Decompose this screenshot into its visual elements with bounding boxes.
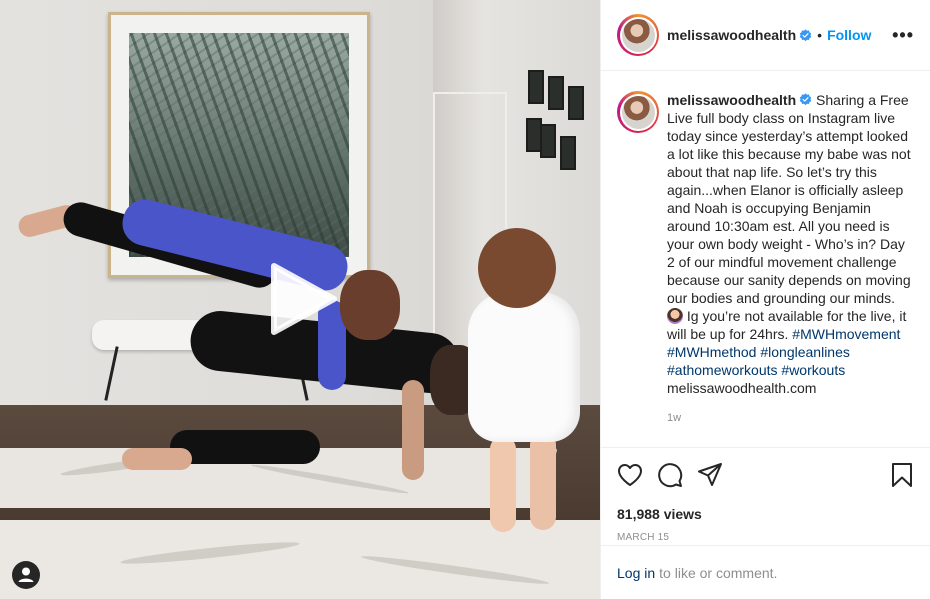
caption: melissawoodhealth Sharing a Free Live fu… xyxy=(667,91,914,447)
login-prompt-text: to like or comment. xyxy=(659,564,778,581)
caption-text: Sharing a Free Live full body class on I… xyxy=(667,92,911,306)
avatar[interactable] xyxy=(617,91,659,133)
comment-icon[interactable] xyxy=(657,462,683,488)
post-actions: 81,988 views MARCH 15 xyxy=(601,447,930,543)
timestamp[interactable]: 1w xyxy=(667,409,914,427)
hashtag-link[interactable]: #athomeworkouts xyxy=(667,362,778,378)
follow-button[interactable]: Follow xyxy=(827,27,871,43)
login-bar: Log in to like or comment. xyxy=(601,545,930,599)
verified-badge-icon xyxy=(799,28,812,41)
woman-gesturing-emoji-icon xyxy=(667,308,683,324)
caption-link: melissawoodhealth.com xyxy=(667,380,817,396)
post-header: melissawoodhealth • Follow ••• xyxy=(601,0,930,71)
verified-badge-icon xyxy=(799,93,812,106)
hashtag-link[interactable]: #workouts xyxy=(781,362,845,378)
hashtag-link[interactable]: #MWHmethod xyxy=(667,344,756,360)
more-options-icon[interactable]: ••• xyxy=(892,25,914,46)
hashtag-link[interactable]: #longleanlines xyxy=(760,344,850,360)
post-side-panel: melissawoodhealth • Follow ••• melissawo… xyxy=(600,0,930,599)
login-link[interactable]: Log in xyxy=(617,565,655,581)
caption-area: melissawoodhealth Sharing a Free Live fu… xyxy=(601,71,930,447)
hashtag-link[interactable]: #MWHmovement xyxy=(792,326,900,342)
username-link[interactable]: melissawoodhealth xyxy=(667,92,796,108)
view-count[interactable]: 81,988 views xyxy=(617,506,915,522)
play-icon[interactable] xyxy=(268,262,340,336)
heart-icon[interactable] xyxy=(617,462,643,488)
post-date: MARCH 15 xyxy=(617,532,670,543)
post-video[interactable] xyxy=(0,0,600,599)
separator-dot: • xyxy=(817,27,823,43)
bookmark-icon[interactable] xyxy=(889,462,915,488)
user-icon[interactable] xyxy=(12,561,40,589)
avatar[interactable] xyxy=(617,14,659,56)
video-frame xyxy=(0,520,600,599)
share-icon[interactable] xyxy=(697,462,723,488)
username-link[interactable]: melissawoodhealth xyxy=(667,27,796,43)
